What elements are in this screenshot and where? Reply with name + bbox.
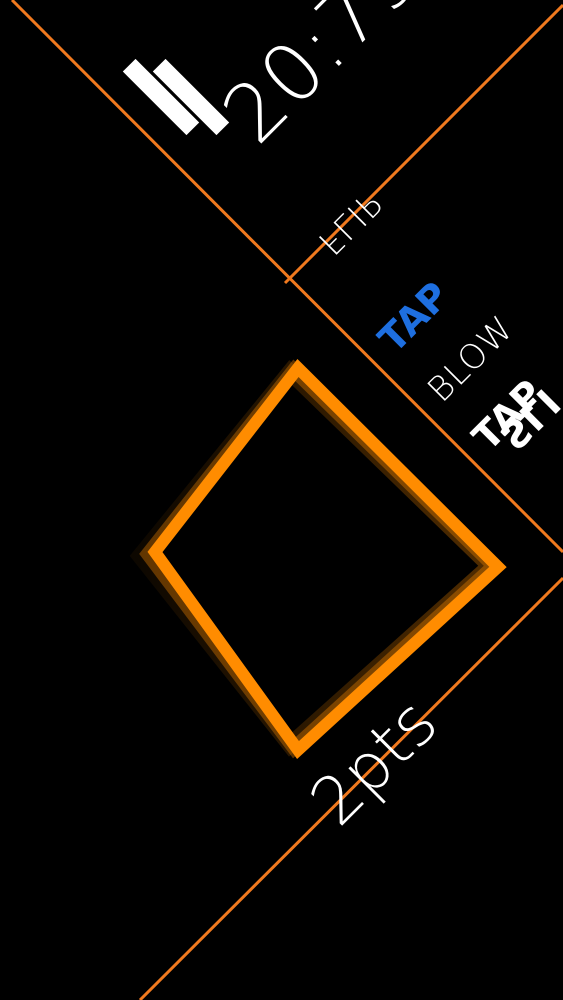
diamond-ghost [139, 359, 505, 759]
target-diamond[interactable] [0, 0, 563, 1000]
diamond-ghost [129, 360, 502, 757]
game-screen[interactable]: 20:79 FLIP TAP BLOW TAP SLI 2pts [0, 0, 563, 1000]
diamond-shape [147, 358, 507, 759]
